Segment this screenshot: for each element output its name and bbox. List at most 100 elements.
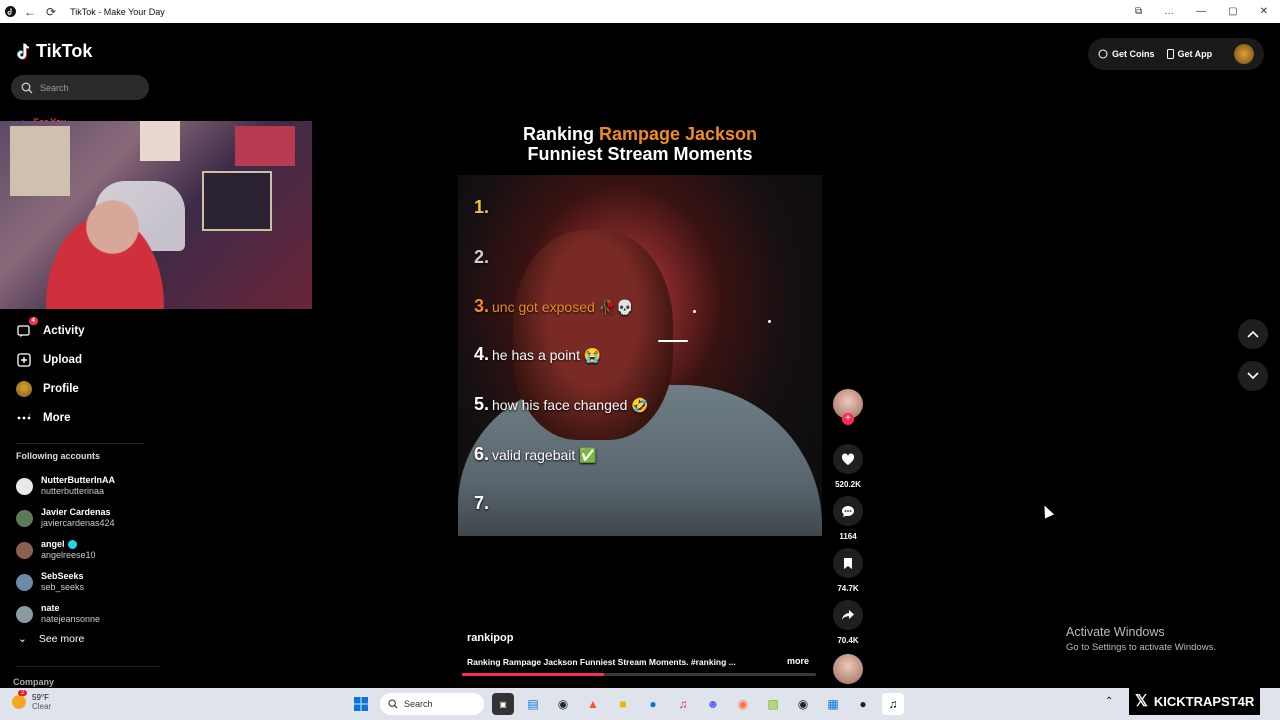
streamer-watermark: 𝕏 KICKTRAPST4R [1129,687,1261,715]
chevron-down-icon [1247,372,1259,380]
get-app-label: Get App [1177,49,1213,59]
back-icon[interactable]: ← [24,5,36,19]
mouse-cursor [1039,503,1055,519]
rank-number: 4. [474,344,490,364]
github-icon[interactable]: ● [852,693,874,715]
account-name: SebSeeks [41,571,84,581]
see-more-label: See more [38,633,85,645]
sidebar-nav: 4 Activity Upload Profile More [16,316,85,432]
message-icon: 4 [16,316,38,339]
discord-icon[interactable]: ☻ [702,693,724,715]
caption-more-button[interactable]: more [787,656,809,666]
tray-chevron-icon[interactable]: ⌃ [1105,696,1113,707]
sidebar-item-upload[interactable]: Upload [16,345,85,374]
file-explorer-icon[interactable]: ■ [612,693,634,715]
sidebar-item-activity[interactable]: 4 Activity [16,316,85,345]
user-avatar[interactable] [1234,44,1254,64]
comment-button[interactable] [833,496,863,526]
video-light [693,310,696,313]
weather-widget[interactable]: 2 59°F Clear [12,690,51,711]
search-icon [21,82,33,93]
get-coins-button[interactable]: Get Coins [1098,49,1155,59]
reload-icon[interactable]: ⟳ [46,5,56,19]
sidebar-item-label: More [43,411,71,424]
taskbar-search[interactable]: Search [380,693,484,715]
like-button[interactable] [833,444,863,474]
sidebar-item-label: Upload [43,353,82,366]
sidebar-item-more[interactable]: More [16,403,85,432]
watermark-text: KICKTRAPST4R [1153,693,1255,709]
see-more-button[interactable]: ⌄ See more [18,633,84,645]
tiktok-taskbar-icon[interactable]: ♫ [882,693,904,715]
share-button[interactable] [833,600,863,630]
video-title-line2: Funniest Stream Moments [527,144,753,164]
search-input[interactable]: Search [11,75,149,100]
firefox-icon[interactable]: ◉ [732,693,754,715]
rank-text: how his face changed 🤣 [492,397,649,413]
share-count: 70.4K [837,636,859,645]
account-avatar [16,477,33,495]
following-accounts-title: Following accounts [16,451,101,461]
chevron-up-icon [1247,330,1259,338]
nvidia-icon[interactable]: ▨ [762,693,784,715]
ranking-item: 4. he has a point 😭 [474,344,601,365]
obs-icon[interactable]: ◉ [792,693,814,715]
close-icon[interactable]: ✕ [1260,6,1268,17]
profile-avatar-wrap [16,380,32,397]
author-name[interactable]: rankipop [467,632,513,644]
chevron-down-icon: ⌄ [18,633,27,645]
tiktok-logo[interactable]: TikTok [16,41,92,62]
brave-icon[interactable]: ▲ [582,693,604,715]
share-icon [842,610,854,620]
maximize-icon[interactable]: ▢ [1228,6,1237,17]
following-account[interactable]: nate natejeansonne [16,598,115,630]
store-icon[interactable]: ▦ [822,693,844,715]
account-avatar [16,541,33,559]
account-handle: javiercardenas424 [41,518,115,528]
x-logo-icon: 𝕏 [1135,693,1148,710]
comment-icon [842,505,854,517]
account-name: Javier Cardenas [41,507,111,517]
rank-number: 1. [474,197,490,217]
music-disc[interactable] [833,654,863,684]
video-title-part1: Ranking [522,124,599,144]
activation-subtitle: Go to Settings to activate Windows. [1066,642,1216,653]
install-app-icon[interactable]: ⧉ [1135,6,1142,17]
ranking-item: 1. [474,197,489,218]
following-account[interactable]: NutterButterInAA nutterbutterinaa [16,470,115,502]
task-view-icon[interactable]: ▣ [492,693,514,715]
steam-icon[interactable]: ◉ [552,693,574,715]
company-link[interactable]: Company [13,677,54,687]
video-progress-bar[interactable] [462,673,816,676]
upload-icon [16,352,32,368]
follow-plus-icon[interactable]: + [842,413,854,425]
minimize-icon[interactable]: — [1196,6,1206,17]
account-handle: nutterbutterinaa [41,486,105,496]
sidebar-item-profile[interactable]: Profile [16,374,85,403]
previous-video-button[interactable] [1238,319,1268,349]
save-count: 74.7K [837,584,859,593]
divider [16,443,144,444]
menu-icon[interactable]: … [1164,6,1174,17]
account-name: angel [41,539,65,549]
save-button[interactable] [833,548,863,578]
following-account[interactable]: SebSeeks seb_seeks [16,566,115,598]
video-light [658,340,688,342]
next-video-button[interactable] [1238,361,1268,391]
tiktok-red-icon[interactable]: ♫ [672,693,694,715]
sidebar-item-label: Profile [43,382,79,395]
edge-icon[interactable]: ● [642,693,664,715]
account-handle: seb_seeks [41,582,85,592]
video-player[interactable]: 1. 2. 3. unc got exposed 🥀💀 4. he has a po… [458,175,822,536]
phone-icon [1166,49,1174,59]
start-icon[interactable] [350,693,372,715]
following-account[interactable]: Javier Cardenas javiercardenas424 [16,502,115,534]
webcam-overlay [0,121,312,309]
rank-number: 5. [474,394,490,414]
following-account[interactable]: angel angelreese10 [16,534,115,566]
author-avatar[interactable]: + [833,389,863,425]
rank-number: 7. [474,493,490,513]
notepad-icon[interactable]: ▤ [522,693,544,715]
get-app-button[interactable]: Get App [1166,49,1213,59]
windows-activation-watermark: Activate Windows Go to Settings to activ… [1066,625,1216,653]
